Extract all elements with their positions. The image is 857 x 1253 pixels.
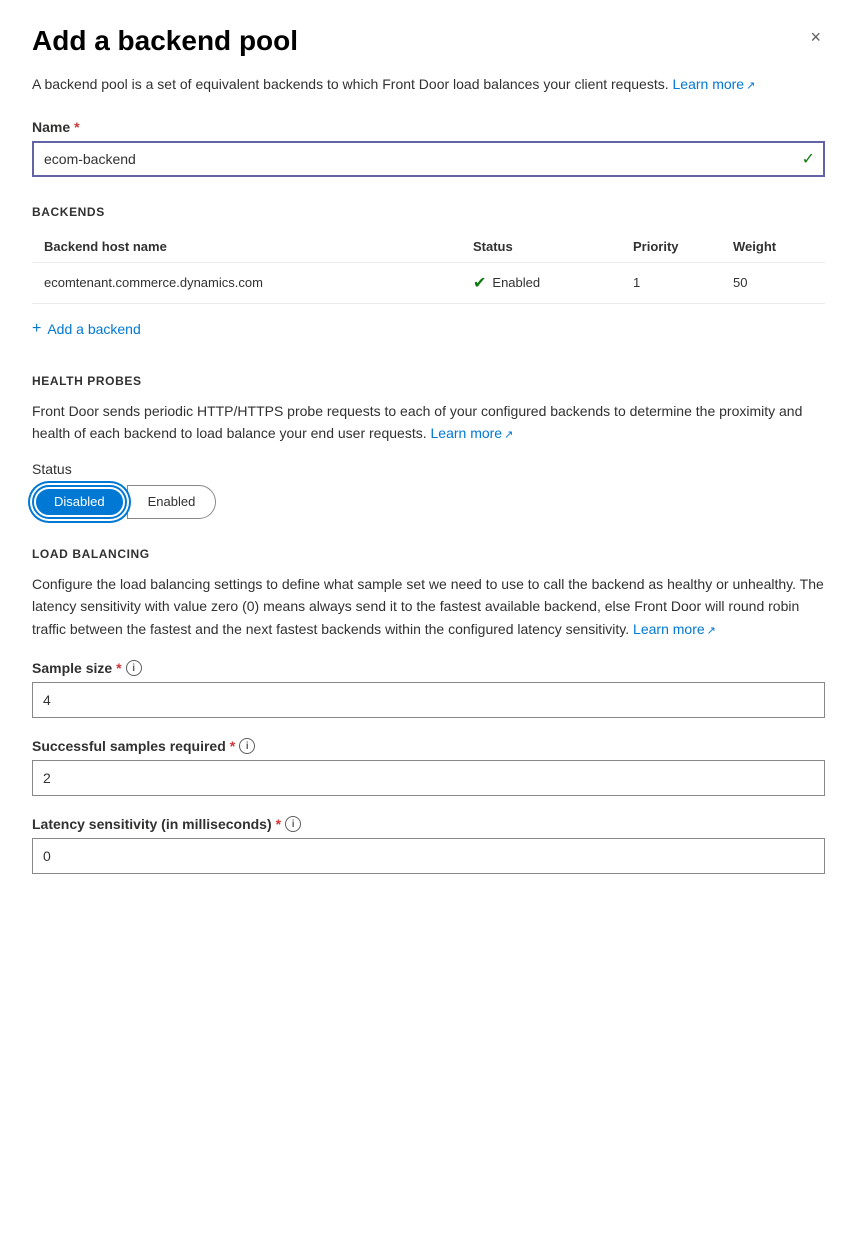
health-probes-description: Front Door sends periodic HTTP/HTTPS pro… — [32, 400, 825, 445]
table-row[interactable]: ecomtenant.commerce.dynamics.com ✔ Enabl… — [32, 263, 825, 304]
backends-table: Backend host name Status Priority Weight… — [32, 231, 825, 304]
add-icon: + — [32, 320, 41, 338]
latency-sensitivity-input[interactable] — [32, 838, 825, 874]
load-balancing-section: LOAD BALANCING Configure the load balanc… — [32, 547, 825, 874]
col-weight-header: Weight — [733, 239, 813, 254]
load-balancing-description: Configure the load balancing settings to… — [32, 573, 825, 640]
sample-size-required: * — [116, 660, 121, 676]
latency-sensitivity-group: Latency sensitivity (in milliseconds) * … — [32, 816, 825, 874]
external-link-icon: ↗ — [746, 80, 755, 92]
toggle-disabled[interactable]: Disabled — [32, 485, 127, 519]
health-external-link-icon: ↗ — [504, 429, 513, 441]
backend-weight-cell: 50 — [733, 275, 813, 290]
successful-samples-info-icon[interactable]: i — [239, 738, 255, 754]
name-field-group: Name * ✓ — [32, 119, 825, 177]
name-label: Name * — [32, 119, 825, 135]
successful-samples-group: Successful samples required * i — [32, 738, 825, 796]
col-host-header: Backend host name — [44, 239, 473, 254]
close-button[interactable]: × — [806, 24, 825, 50]
sample-size-input[interactable] — [32, 682, 825, 718]
panel-description: A backend pool is a set of equivalent ba… — [32, 74, 825, 95]
health-probes-header: HEALTH PROBES — [32, 374, 825, 388]
panel-header: Add a backend pool × — [32, 24, 825, 58]
table-header-row: Backend host name Status Priority Weight — [32, 231, 825, 263]
health-probes-section: HEALTH PROBES Front Door sends periodic … — [32, 374, 825, 519]
col-status-header: Status — [473, 239, 633, 254]
successful-samples-input[interactable] — [32, 760, 825, 796]
backends-section: BACKENDS Backend host name Status Priori… — [32, 205, 825, 346]
name-required-star: * — [74, 119, 79, 135]
panel-title: Add a backend pool — [32, 24, 298, 58]
latency-sensitivity-label: Latency sensitivity (in milliseconds) * … — [32, 816, 825, 832]
backend-host-cell: ecomtenant.commerce.dynamics.com — [44, 275, 473, 290]
successful-samples-required: * — [230, 738, 235, 754]
add-backend-link[interactable]: + Add a backend — [32, 312, 825, 346]
latency-required: * — [276, 816, 281, 832]
name-input-wrapper: ✓ — [32, 141, 825, 177]
sample-size-label: Sample size * i — [32, 660, 825, 676]
successful-samples-label: Successful samples required * i — [32, 738, 825, 754]
health-status-label: Status — [32, 461, 825, 477]
load-balancing-learn-more-link[interactable]: Learn more↗ — [633, 621, 716, 637]
latency-info-icon[interactable]: i — [285, 816, 301, 832]
health-probes-learn-more-link[interactable]: Learn more↗ — [431, 425, 514, 441]
add-backend-pool-panel: Add a backend pool × A backend pool is a… — [0, 0, 857, 1253]
name-check-icon: ✓ — [802, 149, 815, 169]
backend-status-cell: ✔ Enabled — [473, 273, 633, 293]
load-external-link-icon: ↗ — [707, 625, 716, 637]
sample-size-info-icon[interactable]: i — [126, 660, 142, 676]
backend-priority-cell: 1 — [633, 275, 733, 290]
toggle-enabled[interactable]: Enabled — [127, 485, 217, 519]
sample-size-group: Sample size * i — [32, 660, 825, 718]
name-input[interactable] — [32, 141, 825, 177]
backends-section-header: BACKENDS — [32, 205, 825, 219]
status-check-icon: ✔ — [473, 273, 486, 293]
load-balancing-header: LOAD BALANCING — [32, 547, 825, 561]
description-learn-more-link[interactable]: Learn more↗ — [673, 76, 756, 92]
col-priority-header: Priority — [633, 239, 733, 254]
health-probes-toggle-group: Disabled Enabled — [32, 485, 825, 519]
